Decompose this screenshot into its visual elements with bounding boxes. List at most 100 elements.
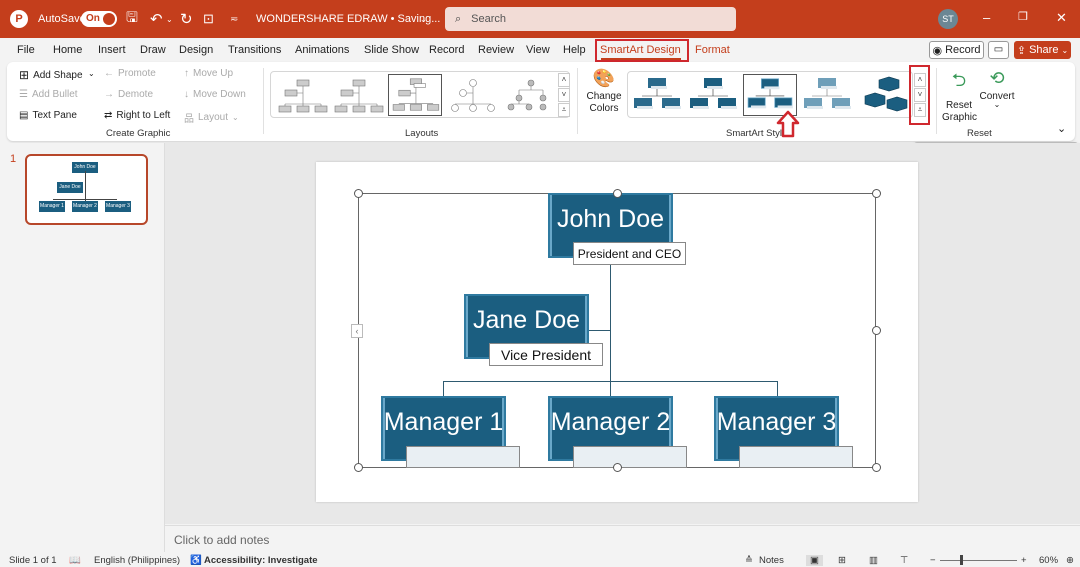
tab-animations[interactable]: Animations (295, 44, 349, 56)
reading-view-icon[interactable]: ▥ (869, 555, 878, 566)
tab-help[interactable]: Help (563, 44, 586, 56)
manager-3-title-box[interactable] (739, 446, 853, 468)
zoom-slider[interactable] (940, 560, 1017, 561)
normal-view-icon[interactable]: ▣ (806, 555, 823, 566)
group-label-reset: Reset (967, 128, 992, 139)
fit-to-window-icon[interactable]: ⊕ (1066, 555, 1074, 566)
zoom-level[interactable]: 60% (1039, 555, 1058, 566)
collapse-ribbon-icon[interactable]: ⌄ (1057, 122, 1066, 135)
minimize-icon[interactable]: – (983, 10, 990, 25)
tab-view[interactable]: View (526, 44, 550, 56)
tab-format[interactable]: Format (695, 44, 730, 56)
notes-button[interactable]: Notes (759, 555, 784, 566)
slide-thumbnail[interactable]: John Doe Jane Doe Manager 1 Manager 2 Ma… (25, 154, 148, 225)
zoom-in-icon[interactable]: + (1021, 555, 1027, 566)
reset-graphic-button[interactable]: ⮌ Reset Graphic (942, 68, 977, 124)
layout-option-2[interactable] (331, 74, 385, 116)
accessibility-status[interactable]: Accessibility: Investigate (204, 555, 318, 566)
customize-icon[interactable]: ≂ (230, 0, 238, 38)
title-dropdown-icon[interactable]: ⌄ (420, 0, 427, 38)
add-bullet-button[interactable]: ☰ Add Bullet (19, 89, 78, 100)
slide-sorter-icon[interactable]: ⊞ (838, 555, 846, 566)
group-separator (936, 68, 937, 134)
style-option-2[interactable] (686, 74, 740, 116)
layout-option-1[interactable] (275, 74, 329, 116)
group-separator (577, 68, 578, 134)
undo-icon[interactable]: ↶ (150, 0, 163, 38)
style-option-5[interactable] (857, 74, 911, 116)
accessibility-icon: ♿ (190, 555, 202, 566)
resize-handle[interactable] (613, 463, 622, 472)
share-button[interactable]: ⇪ Share ⌄ (1014, 41, 1071, 59)
chevron-down-icon: ⌄ (993, 100, 1001, 109)
record-button[interactable]: ◉ Record (929, 41, 984, 59)
tab-review[interactable]: Review (478, 44, 514, 56)
save-icon[interactable]: 🖫 (126, 0, 138, 38)
add-shape-dropdown[interactable]: ⌄ (88, 69, 95, 78)
layouts-gallery (270, 71, 570, 118)
layouts-gallery-scroll: ˄ ˅ ⩡ (558, 73, 570, 118)
add-shape-button[interactable]: ⊞ Add Shape (19, 68, 83, 82)
resize-handle[interactable] (872, 326, 881, 335)
slide-info: Slide 1 of 1 (9, 555, 57, 566)
slideshow-icon[interactable]: ⊤ (900, 555, 908, 566)
autosave-label: AutoSave (38, 13, 86, 25)
resize-handle[interactable] (613, 189, 622, 198)
ceo-title-box[interactable]: President and CEO (573, 242, 686, 265)
tab-file[interactable]: File (17, 44, 35, 56)
style-option-4[interactable] (800, 74, 854, 116)
comments-button[interactable]: ▭ (988, 41, 1009, 59)
tab-home[interactable]: Home (53, 44, 82, 56)
resize-handle[interactable] (872, 189, 881, 198)
resize-handle[interactable] (354, 189, 363, 198)
autosave-toggle[interactable]: On (81, 11, 117, 27)
thumb-node-manager-2: Manager 2 (72, 201, 98, 212)
gallery-more-icon[interactable]: ⩡ (558, 103, 570, 117)
tab-insert[interactable]: Insert (98, 44, 126, 56)
tab-highlight-box (595, 39, 689, 62)
scroll-highlight-box (909, 65, 930, 125)
resize-handle[interactable] (354, 463, 363, 472)
gallery-scroll-up-icon[interactable]: ˄ (558, 73, 570, 87)
zoom-out-icon[interactable]: − (930, 555, 936, 566)
demote-button[interactable]: → Demote (104, 89, 153, 100)
right-to-left-button[interactable]: ⇄ Right to Left (104, 110, 170, 121)
search-input[interactable]: ⌕ Search (445, 7, 736, 31)
manager-2-title-box[interactable] (573, 446, 687, 468)
zoom-slider-thumb[interactable] (960, 555, 963, 565)
spelling-icon[interactable]: 📖 (69, 555, 81, 566)
language[interactable]: English (Philippines) (94, 555, 180, 566)
tab-slide-show[interactable]: Slide Show (364, 44, 419, 56)
layout-option-3-selected[interactable] (388, 74, 442, 116)
redo-icon[interactable]: ↻ (180, 0, 193, 38)
convert-button[interactable]: ⟲ Convert ⌄ (979, 68, 1015, 109)
layout-option-5[interactable] (501, 74, 555, 116)
change-colors-button[interactable]: 🎨 Change Colors (586, 68, 621, 115)
tab-draw[interactable]: Draw (140, 44, 166, 56)
move-up-button[interactable]: ↑ Move Up (184, 68, 233, 79)
layout-button[interactable]: 品 Layout ⌄ (184, 110, 239, 125)
move-down-button[interactable]: ↓ Move Down (184, 89, 246, 100)
resize-handle[interactable] (872, 463, 881, 472)
layout-option-4[interactable] (445, 74, 499, 116)
manager-1-title-box[interactable] (406, 446, 520, 468)
vp-title-box[interactable]: Vice President (489, 343, 603, 366)
text-pane-toggle-icon[interactable]: ‹ (351, 324, 363, 338)
promote-button[interactable]: ← Promote (104, 68, 156, 79)
undo-dropdown-icon[interactable]: ⌄ (166, 0, 173, 38)
right-to-left-label: Right to Left (116, 110, 171, 121)
gallery-scroll-down-icon[interactable]: ˅ (558, 88, 570, 102)
record-label: Record (945, 44, 981, 56)
status-bar: Slide 1 of 1 📖 English (Philippines) ♿ A… (0, 552, 1080, 567)
present-icon[interactable]: ⊡ (203, 0, 214, 38)
style-option-1[interactable] (630, 74, 684, 116)
restore-icon[interactable]: ❐ (1018, 10, 1028, 23)
avatar[interactable]: ST (938, 9, 958, 29)
smartart-styles-gallery (627, 71, 913, 118)
tab-design[interactable]: Design (179, 44, 213, 56)
text-pane-button[interactable]: ▤ Text Pane (19, 110, 77, 121)
notes-area[interactable]: Click to add notes (165, 525, 1080, 552)
tab-record[interactable]: Record (429, 44, 464, 56)
close-icon[interactable]: ✕ (1056, 10, 1067, 26)
tab-transitions[interactable]: Transitions (228, 44, 281, 56)
